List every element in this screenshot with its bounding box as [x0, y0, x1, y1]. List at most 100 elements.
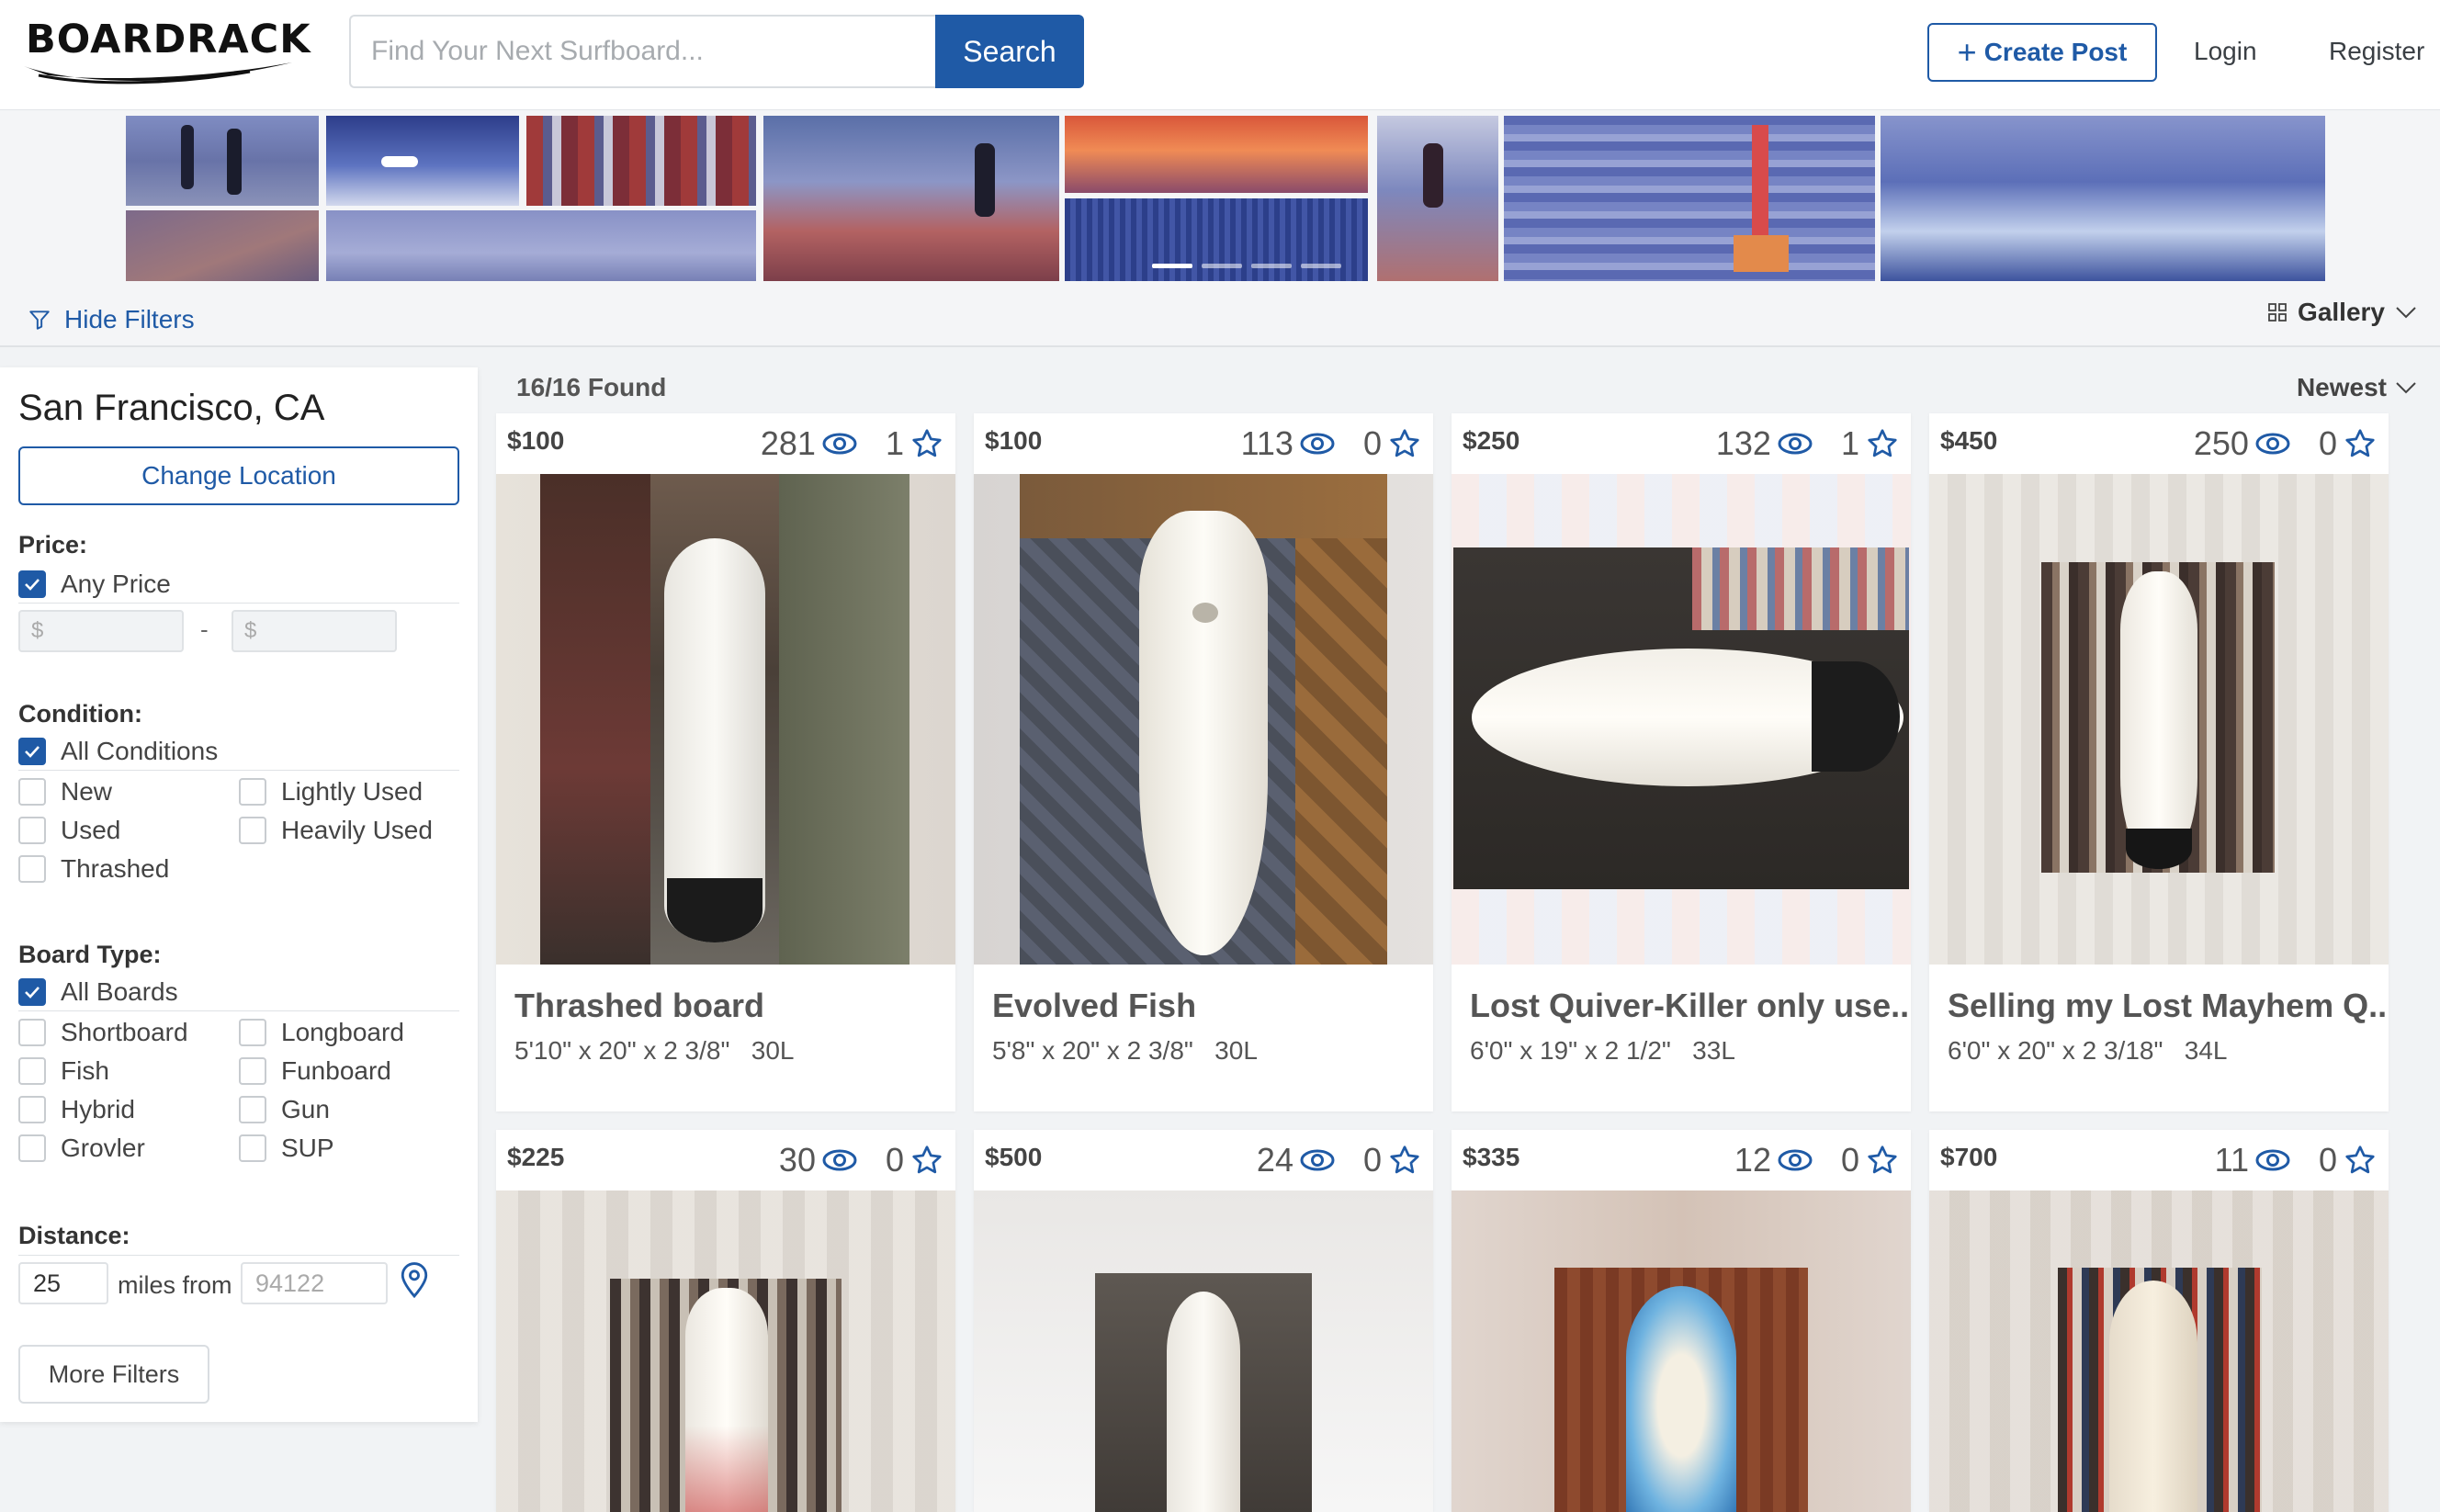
- star-icon[interactable]: [1865, 1144, 1900, 1177]
- condition-lightly-used-checkbox[interactable]: Lightly Used: [239, 777, 423, 807]
- all-conditions-checkbox[interactable]: All Conditions: [18, 737, 218, 766]
- condition-option-label: Thrashed: [61, 854, 170, 883]
- search-button[interactable]: Search: [935, 15, 1084, 88]
- condition-used-checkbox[interactable]: Used: [18, 816, 120, 845]
- all-boards-checkbox[interactable]: All Boards: [18, 977, 178, 1007]
- favorite-count: 1: [885, 424, 904, 462]
- carousel-dot[interactable]: [1202, 264, 1242, 268]
- listing-title[interactable]: Evolved Fish: [992, 987, 1196, 1025]
- carousel-indicators[interactable]: [1152, 264, 1341, 268]
- eye-icon: [1778, 1149, 1813, 1171]
- board-longboard-checkbox[interactable]: Longboard: [239, 1018, 404, 1047]
- carousel-dot[interactable]: [1152, 264, 1192, 268]
- location-pin-icon[interactable]: [399, 1260, 430, 1301]
- board-fish-checkbox[interactable]: Fish: [18, 1056, 109, 1086]
- create-post-button[interactable]: + Create Post: [1927, 23, 2157, 82]
- listing-stats: 132 1: [1716, 424, 1900, 463]
- search-input[interactable]: [349, 15, 937, 88]
- board-sup-checkbox[interactable]: SUP: [239, 1134, 334, 1163]
- any-price-checkbox[interactable]: Any Price: [18, 570, 171, 599]
- hero-tile: [126, 210, 319, 281]
- star-icon[interactable]: [2343, 427, 2378, 460]
- listing-card[interactable]: $335 12 0: [1452, 1130, 1911, 1512]
- hide-filters-button[interactable]: Hide Filters: [28, 305, 195, 334]
- board-gun-checkbox[interactable]: Gun: [239, 1095, 330, 1124]
- listing-card[interactable]: $100 113 0 Evolved Fish 5'8" x 20" x 2 3…: [974, 413, 1433, 1111]
- hero-tile: [326, 116, 519, 206]
- favorite-count: 0: [2318, 1141, 2337, 1179]
- board-hybrid-checkbox[interactable]: Hybrid: [18, 1095, 135, 1124]
- listing-photo[interactable]: [974, 474, 1433, 965]
- listing-photo[interactable]: [1929, 474, 2389, 965]
- hero-banner-carousel[interactable]: [0, 110, 2440, 292]
- listing-card[interactable]: $100 281 1 Thrashed board 5'10" x 20" x …: [496, 413, 955, 1111]
- listing-image: [610, 1279, 842, 1512]
- filter-funnel-icon: [29, 310, 50, 330]
- view-mode-dropdown[interactable]: Gallery: [2266, 298, 2418, 327]
- listing-image: [1095, 1273, 1312, 1512]
- checkbox-checked-icon: [18, 978, 46, 1006]
- listing-photo[interactable]: [974, 1190, 1433, 1512]
- listing-photo[interactable]: [496, 1190, 955, 1512]
- listing-photo[interactable]: [1452, 1190, 1911, 1512]
- star-icon[interactable]: [909, 1144, 944, 1177]
- listing-card[interactable]: $700 11 0: [1929, 1130, 2389, 1512]
- listing-title[interactable]: Lost Quiver-Killer only use...: [1470, 987, 1911, 1025]
- zip-code-input[interactable]: 94122: [241, 1262, 388, 1304]
- checkbox-icon: [239, 1134, 266, 1162]
- boardrack-logo[interactable]: BOARDRACK: [20, 17, 311, 85]
- card-header: $335 12 0: [1452, 1130, 1911, 1190]
- change-location-button[interactable]: Change Location: [18, 446, 459, 505]
- checkbox-icon: [18, 817, 46, 844]
- condition-heavily-used-checkbox[interactable]: Heavily Used: [239, 816, 433, 845]
- carousel-dot[interactable]: [1301, 264, 1341, 268]
- login-link[interactable]: Login: [2194, 37, 2257, 66]
- any-price-label: Any Price: [61, 570, 171, 598]
- listing-dimensions: 6'0" x 20" x 2 3/18" 34L: [1948, 1036, 2228, 1065]
- listing-stats: 30 0: [779, 1141, 944, 1179]
- star-icon[interactable]: [1865, 427, 1900, 460]
- favorite-count: 0: [885, 1141, 904, 1179]
- more-filters-button[interactable]: More Filters: [18, 1345, 209, 1404]
- listing-photo[interactable]: [1452, 474, 1911, 965]
- min-price-input[interactable]: $: [18, 610, 184, 652]
- star-icon[interactable]: [1387, 427, 1422, 460]
- listing-title[interactable]: Selling my Lost Mayhem Q...: [1948, 987, 2389, 1025]
- distance-miles-input[interactable]: 25: [18, 1262, 108, 1304]
- listing-price: $100: [985, 426, 1043, 455]
- star-icon[interactable]: [909, 427, 944, 460]
- condition-new-checkbox[interactable]: New: [18, 777, 112, 807]
- card-header: $250 132 1: [1452, 413, 1911, 474]
- condition-thrashed-checkbox[interactable]: Thrashed: [18, 854, 169, 884]
- board-grovler-checkbox[interactable]: Grovler: [18, 1134, 145, 1163]
- listing-photo[interactable]: [496, 474, 955, 965]
- star-icon[interactable]: [2343, 1144, 2378, 1177]
- filter-bar: Hide Filters Gallery: [0, 292, 2440, 347]
- hero-tile: [1065, 198, 1368, 281]
- listing-photo[interactable]: [1929, 1190, 2389, 1512]
- view-count: 250: [2193, 424, 2249, 462]
- price-heading: Price:: [18, 531, 88, 559]
- listing-card[interactable]: $225 30 0: [496, 1130, 955, 1512]
- logo-text: BOARDRACK: [26, 17, 311, 62]
- register-link[interactable]: Register: [2329, 37, 2424, 66]
- board-funboard-checkbox[interactable]: Funboard: [239, 1056, 391, 1086]
- eye-icon: [1778, 433, 1813, 455]
- listing-card[interactable]: $500 24 0: [974, 1130, 1433, 1512]
- board-shortboard-checkbox[interactable]: Shortboard: [18, 1018, 188, 1047]
- eye-icon: [1300, 433, 1335, 455]
- listing-title[interactable]: Thrashed board: [514, 987, 764, 1025]
- listing-card[interactable]: $250 132 1 Lost Quiver-Killer only use..…: [1452, 413, 1911, 1111]
- listing-image: [1020, 474, 1387, 965]
- star-icon[interactable]: [1387, 1144, 1422, 1177]
- carousel-dot[interactable]: [1251, 264, 1292, 268]
- listing-image: [2058, 1268, 2262, 1512]
- listing-card[interactable]: $450 250 0 Selling my Lost Mayhem Q... 6…: [1929, 413, 2389, 1111]
- top-header: BOARDRACK Search + Create Post Login Reg…: [0, 0, 2440, 110]
- sort-dropdown[interactable]: Newest: [2297, 373, 2418, 402]
- view-count: 30: [778, 1141, 816, 1179]
- divider: [18, 603, 459, 604]
- hero-tile: [1377, 116, 1498, 281]
- max-price-input[interactable]: $: [232, 610, 397, 652]
- condition-option-label: New: [61, 777, 113, 806]
